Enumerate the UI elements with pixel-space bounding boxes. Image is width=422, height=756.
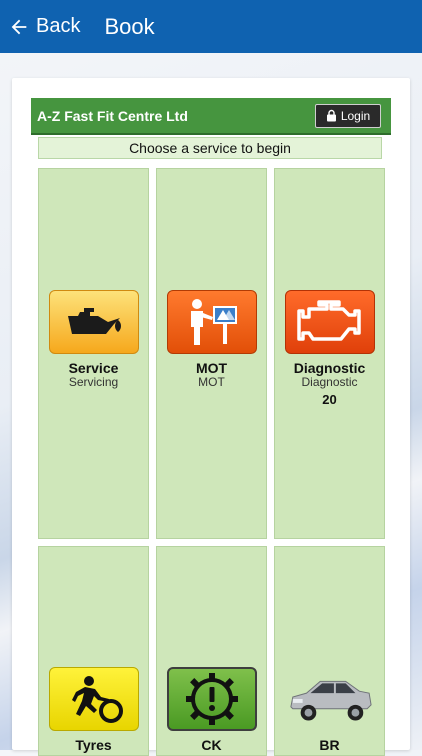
ck-name: CK: [201, 737, 222, 753]
diagnostic-name: Diagnostic: [293, 360, 366, 376]
br-tile[interactable]: BR: [274, 546, 385, 756]
login-button[interactable]: Login: [315, 103, 381, 128]
service-subtitle: Servicing: [68, 375, 119, 389]
ck-tile[interactable]: CK: [156, 546, 267, 756]
back-label: Back: [36, 15, 81, 37]
back-button[interactable]: Back: [8, 0, 80, 53]
page-title: Book: [104, 13, 155, 39]
service-prompt: Choose a service to begin: [38, 137, 382, 159]
login-label: Login: [340, 108, 371, 123]
mot-tile[interactable]: MOT MOT: [156, 168, 267, 539]
diagnostic-price: 20: [322, 392, 337, 407]
booking-card: A-Z Fast Fit Centre Ltd Login Choose a s…: [12, 78, 410, 756]
mot-subtitle: MOT: [198, 375, 225, 389]
diagnostic-tile[interactable]: Diagnostic Diagnostic 20: [274, 168, 385, 539]
app-bar: Back Book: [0, 0, 422, 53]
car-icon: [285, 667, 375, 731]
br-name: BR: [319, 737, 340, 753]
company-header: A-Z Fast Fit Centre Ltd Login: [31, 98, 391, 135]
mot-name: MOT: [195, 360, 228, 376]
tyres-tile[interactable]: Tyres: [38, 546, 149, 756]
service-tile[interactable]: Service Servicing: [38, 168, 149, 539]
service-name: Service: [68, 360, 119, 376]
mot-inspector-icon: [167, 290, 257, 354]
oil-can-icon: [49, 290, 139, 354]
engine-warning-icon: [285, 290, 375, 354]
lock-icon: [326, 109, 336, 122]
gear-warning-icon: [167, 667, 257, 731]
tyres-name: Tyres: [75, 737, 112, 753]
company-name: A-Z Fast Fit Centre Ltd: [37, 107, 188, 124]
tyre-runner-icon: [49, 667, 139, 731]
arrow-left-icon: [11, 19, 27, 34]
diagnostic-subtitle: Diagnostic: [301, 375, 358, 389]
